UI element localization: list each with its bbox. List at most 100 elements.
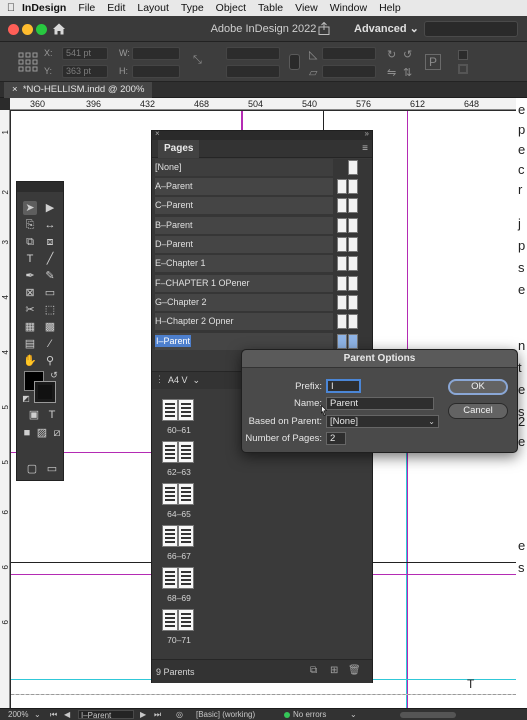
zoom-tool-icon[interactable]: ⚲: [43, 354, 57, 368]
parent-item-c[interactable]: C–Parent: [152, 197, 372, 215]
w-field[interactable]: [132, 47, 180, 60]
parent-item-b[interactable]: B–Parent: [152, 217, 372, 235]
menu-file[interactable]: File: [78, 2, 95, 14]
spread-thumbnail[interactable]: 60–61: [162, 399, 196, 435]
apply-gradient-icon[interactable]: ▨: [35, 426, 49, 440]
parent-item-d[interactable]: D–Parent: [152, 236, 372, 254]
menu-view[interactable]: View: [295, 2, 318, 14]
swap-colors-icon[interactable]: ↺: [47, 368, 61, 382]
y-field[interactable]: 363 pt: [62, 65, 108, 78]
parent-item-f[interactable]: F–CHAPTER 1 OPener: [152, 275, 372, 293]
next-page-icon[interactable]: ▶: [140, 710, 146, 719]
preflight-profile[interactable]: [Basic] (working): [196, 710, 255, 719]
parent-item-e[interactable]: E–Chapter 1: [152, 255, 372, 273]
search-field[interactable]: [424, 21, 518, 37]
edit-page-size-icon[interactable]: ⧉: [310, 666, 320, 676]
rectangle-tool-icon[interactable]: ▭: [43, 286, 57, 300]
menu-help[interactable]: Help: [379, 2, 401, 14]
note-tool-icon[interactable]: ▤: [23, 337, 37, 351]
name-input[interactable]: Parent: [326, 397, 434, 410]
apply-none-icon[interactable]: ⧄: [50, 426, 64, 440]
direct-selection-tool-icon[interactable]: ▶: [43, 201, 57, 215]
scale-y-field[interactable]: [226, 65, 280, 78]
preview-icon[interactable]: ◎: [176, 710, 183, 719]
parent-item-none[interactable]: [None]: [152, 159, 372, 177]
fill-swatch[interactable]: [458, 50, 468, 60]
number-of-pages-input[interactable]: 2: [326, 432, 346, 445]
constrain-proportions-icon[interactable]: [289, 54, 300, 70]
rotate-ccw-icon[interactable]: ↺: [403, 48, 412, 61]
spread-thumbnail[interactable]: 66–67: [162, 525, 196, 561]
hand-tool-icon[interactable]: ✋: [23, 354, 37, 368]
screen-mode-icon[interactable]: ▭: [45, 462, 59, 476]
parent-item-a[interactable]: A–Parent: [152, 178, 372, 196]
apple-icon[interactable]: : [0, 2, 22, 14]
menu-layout[interactable]: Layout: [137, 2, 169, 14]
panel-close-icon[interactable]: ×: [155, 129, 160, 138]
prefix-input[interactable]: I: [326, 379, 361, 393]
pages-panel-header[interactable]: × »: [152, 129, 372, 140]
zoom-chevron-icon[interactable]: ⌄: [34, 710, 41, 719]
flip-vertical-icon[interactable]: ⇅: [403, 66, 412, 79]
formatting-container-icon[interactable]: ▣: [27, 408, 41, 422]
menu-app[interactable]: InDesign: [22, 2, 66, 14]
horizontal-ruler[interactable]: 360 396 432 468 504 540 576 612 648: [10, 98, 516, 110]
rectangle-frame-tool-icon[interactable]: ⊠: [23, 286, 37, 300]
default-colors-icon[interactable]: ◩: [19, 392, 33, 406]
preflight-status[interactable]: No errors: [293, 710, 326, 719]
share-icon[interactable]: [318, 22, 330, 35]
formatting-text-icon[interactable]: T: [45, 408, 59, 422]
spread-thumbnail[interactable]: 68–69: [162, 567, 196, 603]
preflight-menu-icon[interactable]: ⌄: [350, 710, 357, 719]
reference-point-icon[interactable]: [18, 52, 38, 72]
new-page-icon[interactable]: ⊞: [330, 666, 340, 676]
page-tool-icon[interactable]: ⎘: [23, 218, 37, 232]
page-selector[interactable]: I–Parent: [78, 710, 134, 720]
line-tool-icon[interactable]: ╱: [43, 252, 57, 266]
content-collector-icon[interactable]: ⧉: [23, 235, 37, 249]
x-field[interactable]: 541 pt: [62, 47, 108, 60]
cancel-button[interactable]: Cancel: [448, 403, 508, 419]
gap-tool-icon[interactable]: ↔: [43, 218, 57, 232]
workspace-switcher[interactable]: Advanced ⌄: [354, 22, 419, 35]
scissors-tool-icon[interactable]: ✂: [23, 303, 37, 317]
flip-horizontal-icon[interactable]: ⇋: [387, 66, 396, 79]
content-placer-icon[interactable]: ⧈: [43, 235, 57, 249]
tools-panel-header[interactable]: [17, 182, 63, 192]
menu-edit[interactable]: Edit: [107, 2, 125, 14]
transform-icon[interactable]: ⤡: [193, 54, 202, 67]
gradient-feather-tool-icon[interactable]: ▩: [43, 320, 57, 334]
pencil-tool-icon[interactable]: ✎: [43, 269, 57, 283]
parent-item-h[interactable]: H–Chapter 2 Opner: [152, 313, 372, 331]
normal-view-mode-icon[interactable]: ▢: [25, 462, 39, 476]
menu-type[interactable]: Type: [181, 2, 204, 14]
menu-window[interactable]: Window: [330, 2, 367, 14]
menu-object[interactable]: Object: [216, 2, 246, 14]
previous-page-icon[interactable]: ◀: [64, 710, 70, 719]
eyedropper-tool-icon[interactable]: ⁄: [43, 337, 57, 351]
spread-thumbnail[interactable]: 62–63: [162, 441, 196, 477]
stroke-swatch[interactable]: [458, 64, 468, 74]
selection-tool-icon[interactable]: ➤: [23, 201, 37, 215]
menu-table[interactable]: Table: [258, 2, 283, 14]
first-page-icon[interactable]: ⏮: [50, 710, 57, 720]
drag-handle-icon[interactable]: ⋮: [155, 374, 164, 385]
gradient-swatch-tool-icon[interactable]: ▦: [23, 320, 37, 334]
scale-x-field[interactable]: [226, 47, 280, 60]
tab-close-icon[interactable]: ×: [12, 84, 23, 95]
zoom-level[interactable]: 200%: [8, 710, 28, 719]
stroke-color-swatch[interactable]: [34, 381, 56, 403]
tab-pages[interactable]: Pages: [158, 140, 200, 158]
pen-tool-icon[interactable]: ✒: [23, 269, 37, 283]
panel-menu-icon[interactable]: ≡: [362, 143, 368, 154]
rotate-field[interactable]: [322, 47, 376, 60]
parent-item-g[interactable]: G–Chapter 2: [152, 294, 372, 312]
vertical-ruler[interactable]: 1 2 3 4 4 5 5 6 6 6: [0, 110, 10, 708]
spread-thumbnail[interactable]: 70–71: [162, 609, 196, 645]
spread-thumbnail[interactable]: 64–65: [162, 483, 196, 519]
shear-field[interactable]: [322, 65, 376, 78]
horizontal-scrollbar[interactable]: [400, 712, 456, 718]
h-field[interactable]: [132, 65, 180, 78]
free-transform-tool-icon[interactable]: ⬚: [43, 303, 57, 317]
panel-collapse-icon[interactable]: »: [365, 129, 369, 138]
